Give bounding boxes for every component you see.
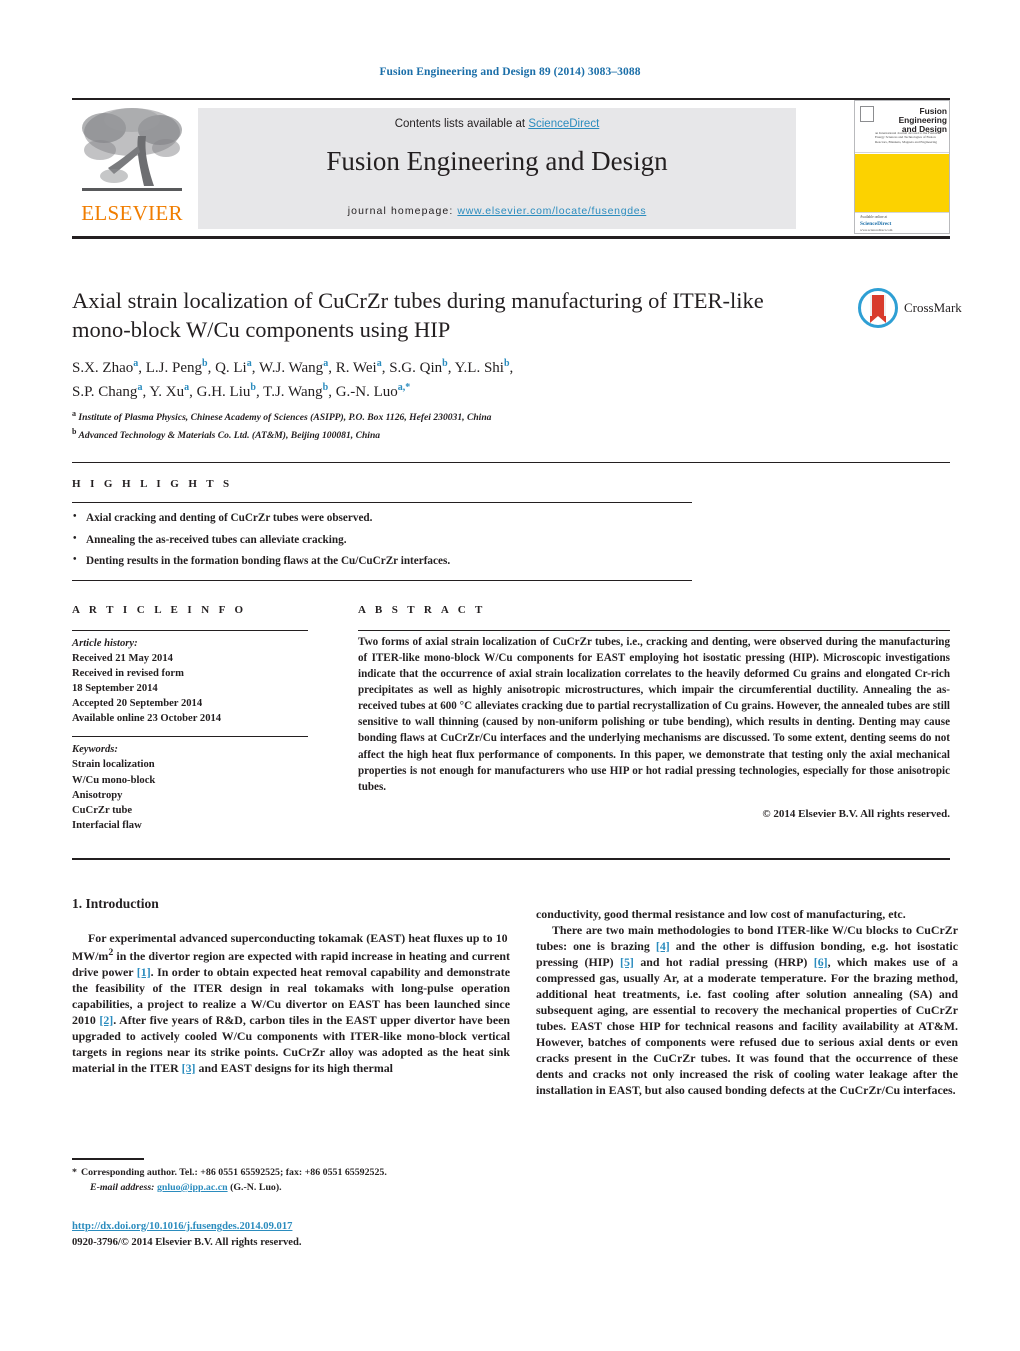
abstract-label: A B S T R A C T bbox=[358, 604, 486, 616]
author-line-1: S.X. Zhaoa, L.J. Pengb, Q. Lia, W.J. Wan… bbox=[72, 358, 514, 376]
paragraph: conductivity, good thermal resistance an… bbox=[536, 907, 906, 921]
body-column-left: For experimental advanced superconductin… bbox=[72, 930, 510, 1076]
issn-line: 0920-3796/© 2014 Elsevier B.V. All right… bbox=[72, 1236, 302, 1248]
email-label: E-mail address: bbox=[90, 1181, 155, 1193]
header-rule-bottom bbox=[72, 236, 950, 239]
email-link[interactable]: gnluo@ipp.ac.cn bbox=[157, 1182, 228, 1193]
keyword-item: Interfacial flaw bbox=[72, 820, 142, 832]
section-heading-introduction: 1. Introduction bbox=[72, 896, 159, 911]
article-history-label: Article history: bbox=[72, 638, 138, 649]
cover-yellow-panel bbox=[855, 154, 949, 212]
paper-page: Fusion Engineering and Design 89 (2014) … bbox=[0, 0, 1020, 1351]
body-separator-rule bbox=[72, 858, 950, 860]
citation-link-5[interactable]: [5] bbox=[620, 955, 634, 969]
paragraph: For experimental advanced superconductin… bbox=[72, 931, 510, 1075]
article-history-item: Received in revised form bbox=[72, 668, 184, 680]
keywords-rule bbox=[72, 736, 308, 737]
cover-footer-line1: Available online at bbox=[860, 215, 888, 219]
article-history-item: 18 September 2014 bbox=[72, 683, 158, 695]
cover-subtitle: an International Journal devoted to the … bbox=[875, 131, 938, 144]
corresponding-author-text: Corresponding author. Tel.: +86 0551 655… bbox=[80, 1167, 387, 1178]
doi-block: http://dx.doi.org/10.1016/j.fusengdes.20… bbox=[72, 1219, 510, 1251]
highlights-rule-bottom bbox=[72, 580, 692, 581]
citation-link-2[interactable]: [2] bbox=[99, 1013, 113, 1027]
article-history: Article history: Received 21 May 2014 Re… bbox=[72, 636, 308, 726]
journal-homepage-line: journal homepage: www.elsevier.com/locat… bbox=[198, 205, 796, 217]
elsevier-wordmark: ELSEVIER bbox=[81, 201, 183, 225]
affiliations: a Institute of Plasma Physics, Chinese A… bbox=[72, 408, 812, 443]
journal-name: Fusion Engineering and Design bbox=[326, 146, 668, 176]
contents-prefix: Contents lists available at bbox=[394, 118, 529, 130]
cover-footer-line3: www.sciencedirect.com bbox=[860, 228, 893, 232]
citation-link-3[interactable]: [3] bbox=[182, 1061, 196, 1075]
author-list: S.X. Zhaoa, L.J. Pengb, Q. Lia, W.J. Wan… bbox=[72, 356, 772, 405]
highlights-rule-top bbox=[72, 502, 692, 503]
keyword-item: Anisotropy bbox=[72, 789, 123, 801]
cover-elsevier-mark-icon bbox=[860, 106, 874, 122]
keywords-label: Keywords: bbox=[72, 744, 118, 755]
crossmark-badge[interactable]: CrossMark bbox=[858, 288, 962, 332]
crossmark-label: CrossMark bbox=[904, 300, 962, 315]
journal-title-box: Contents lists available at ScienceDirec… bbox=[198, 108, 796, 229]
corresponding-author-footnote: * Corresponding author. Tel.: +86 0551 65… bbox=[72, 1166, 510, 1196]
affiliation-a: a Institute of Plasma Physics, Chinese A… bbox=[72, 409, 492, 424]
journal-cover-thumbnail[interactable]: Fusion Engineering and Design an Interna… bbox=[854, 100, 950, 234]
body-column-right: conductivity, good thermal resistance an… bbox=[536, 906, 958, 1098]
footnote-marker: * bbox=[72, 1167, 77, 1178]
article-history-item: Received 21 May 2014 bbox=[72, 653, 173, 665]
cover-footer-panel: Available online at ScienceDirect www.sc… bbox=[855, 212, 949, 233]
email-owner: (G.-N. Luo). bbox=[230, 1181, 282, 1193]
highlights-label: H I G H L I G H T S bbox=[72, 478, 233, 490]
article-info-rule bbox=[72, 630, 308, 631]
abstract-text: Two forms of axial strain localization o… bbox=[358, 636, 950, 793]
cover-footer-line2: ScienceDirect bbox=[860, 221, 892, 227]
affiliation-b: b Advanced Technology & Materials Co. Lt… bbox=[72, 426, 381, 441]
paragraph: There are two main methodologies to bond… bbox=[536, 923, 958, 1097]
footnote-rule bbox=[72, 1158, 144, 1160]
keywords-block: Keywords: Strain localization W/Cu mono-… bbox=[72, 742, 308, 834]
list-item: Annealing the as-received tubes can alle… bbox=[72, 529, 692, 552]
keyword-item: W/Cu mono-block bbox=[72, 774, 156, 786]
author-line-2: S.P. Changa, Y. Xua, G.H. Liub, T.J. Wan… bbox=[72, 382, 411, 401]
abstract-copyright: © 2014 Elsevier B.V. All rights reserved… bbox=[762, 808, 950, 820]
citation-link-6[interactable]: [6] bbox=[814, 955, 828, 969]
homepage-label: journal homepage: bbox=[347, 205, 454, 217]
email-line: E-mail address: gnluo@ipp.ac.cn (G.-N. L… bbox=[72, 1181, 510, 1196]
keyword-item: Strain localization bbox=[72, 759, 155, 771]
crossmark-icon-notch bbox=[870, 316, 886, 323]
sciencedirect-link[interactable]: ScienceDirect bbox=[528, 118, 599, 130]
cover-top-panel: Fusion Engineering and Design an Interna… bbox=[855, 101, 949, 153]
contents-lists-line: Contents lists available at ScienceDirec… bbox=[198, 118, 796, 130]
highlights-list: Axial cracking and denting of CuCrZr tub… bbox=[72, 507, 692, 573]
list-item: Axial cracking and denting of CuCrZr tub… bbox=[72, 507, 692, 530]
elsevier-logo: ELSEVIER bbox=[72, 102, 192, 234]
crossmark-icon bbox=[858, 288, 898, 328]
affiliation-b-text: Advanced Technology & Materials Co. Ltd.… bbox=[78, 429, 381, 441]
running-head: Fusion Engineering and Design 89 (2014) … bbox=[379, 66, 641, 78]
article-info-label: A R T I C L E I N F O bbox=[72, 604, 247, 616]
abstract-rule bbox=[358, 630, 950, 631]
page-title: Axial strain localization of CuCrZr tube… bbox=[72, 288, 764, 343]
article-history-item: Available online 23 October 2014 bbox=[72, 713, 222, 725]
citation-link-4[interactable]: [4] bbox=[656, 939, 670, 953]
journal-homepage-link[interactable]: www.elsevier.com/locate/fusengdes bbox=[457, 205, 646, 217]
keyword-item: CuCrZr tube bbox=[72, 805, 133, 816]
corresponding-author-line: * Corresponding author. Tel.: +86 0551 65… bbox=[72, 1166, 510, 1181]
highlights-rule-above bbox=[72, 462, 950, 463]
article-history-item: Accepted 20 September 2014 bbox=[72, 698, 203, 710]
cover-title-line1: Fusion Engineering bbox=[898, 106, 947, 126]
list-item: Denting results in the formation bonding… bbox=[72, 550, 692, 573]
doi-link[interactable]: http://dx.doi.org/10.1016/j.fusengdes.20… bbox=[72, 1221, 292, 1232]
journal-header-band: ELSEVIER Contents lists available at Sci… bbox=[72, 100, 950, 236]
affiliation-a-text: Institute of Plasma Physics, Chinese Aca… bbox=[78, 412, 492, 424]
citation-link-1[interactable]: [1] bbox=[137, 965, 151, 979]
elsevier-tree-icon bbox=[78, 102, 186, 202]
